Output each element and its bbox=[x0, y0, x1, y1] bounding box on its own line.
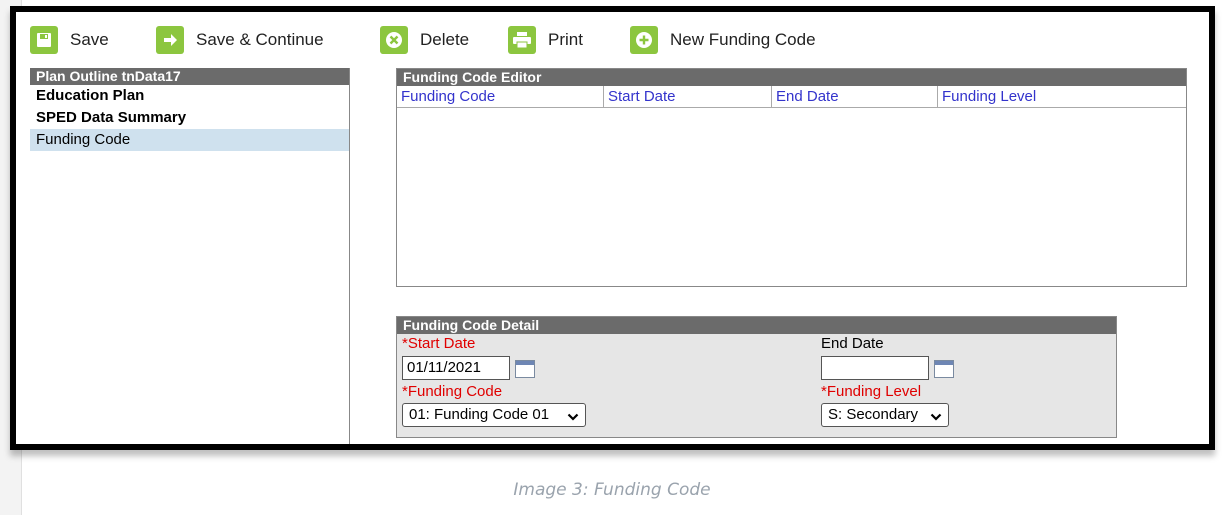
print-label: Print bbox=[548, 30, 583, 49]
end-date-calendar-icon[interactable] bbox=[934, 360, 954, 378]
funding-code-label: *Funding Code bbox=[402, 383, 503, 400]
save-label: Save bbox=[70, 30, 109, 49]
detail-header: Funding Code Detail bbox=[397, 317, 1116, 334]
app-window: Save Save & Continue Delete Print New Fu… bbox=[10, 6, 1215, 450]
column-funding-level[interactable]: Funding Level bbox=[938, 86, 1186, 107]
floppy-disk-icon bbox=[30, 26, 58, 54]
funding-code-select[interactable]: 01: Funding Code 01 bbox=[402, 403, 586, 427]
editor-header: Funding Code Editor bbox=[397, 69, 1186, 86]
column-start-date[interactable]: Start Date bbox=[604, 86, 772, 107]
funding-code-editor: Funding Code Editor Funding Code Start D… bbox=[396, 68, 1187, 287]
print-button[interactable]: Print bbox=[508, 22, 583, 58]
column-funding-code[interactable]: Funding Code bbox=[397, 86, 604, 107]
editor-grid-body bbox=[397, 108, 1186, 286]
end-date-label: End Date bbox=[821, 335, 884, 352]
delete-label: Delete bbox=[420, 30, 470, 49]
delete-x-icon bbox=[380, 26, 408, 54]
plus-circle-icon bbox=[630, 26, 658, 54]
image-caption: Image 3: Funding Code bbox=[513, 480, 711, 500]
printer-icon bbox=[508, 26, 536, 54]
new-funding-code-button[interactable]: New Funding Code bbox=[630, 22, 816, 58]
chevron-down-icon bbox=[567, 408, 579, 430]
end-date-input[interactable] bbox=[821, 356, 929, 380]
plan-outline-header: Plan Outline tnData17 bbox=[30, 68, 349, 85]
start-date-calendar-icon[interactable] bbox=[515, 360, 535, 378]
save-button[interactable]: Save bbox=[30, 22, 109, 58]
start-date-label: *Start Date bbox=[402, 335, 476, 352]
start-date-input[interactable]: 01/11/2021 bbox=[402, 356, 510, 380]
save-continue-button[interactable]: Save & Continue bbox=[156, 22, 324, 58]
funding-code-detail: Funding Code Detail *Start Date 01/11/20… bbox=[396, 316, 1117, 438]
outline-item-sped-data-summary[interactable]: SPED Data Summary bbox=[30, 107, 349, 129]
funding-level-label: *Funding Level bbox=[821, 383, 922, 400]
toolbar: Save Save & Continue Delete Print New Fu… bbox=[30, 22, 1200, 58]
funding-level-selected-value: S: Secondary bbox=[828, 406, 919, 423]
plan-outline-panel: Plan Outline tnData17 Education Plan SPE… bbox=[30, 68, 350, 444]
delete-button[interactable]: Delete bbox=[380, 22, 469, 58]
editor-column-headers: Funding Code Start Date End Date Funding… bbox=[397, 86, 1186, 108]
funding-code-selected-value: 01: Funding Code 01 bbox=[409, 406, 550, 423]
arrow-right-icon bbox=[156, 26, 184, 54]
save-continue-label: Save & Continue bbox=[196, 30, 324, 49]
chevron-down-icon bbox=[930, 408, 942, 430]
outline-item-education-plan[interactable]: Education Plan bbox=[30, 85, 349, 107]
column-end-date[interactable]: End Date bbox=[772, 86, 938, 107]
outline-item-funding-code[interactable]: Funding Code bbox=[30, 129, 349, 151]
new-funding-code-label: New Funding Code bbox=[670, 30, 816, 49]
funding-level-select[interactable]: S: Secondary bbox=[821, 403, 949, 427]
